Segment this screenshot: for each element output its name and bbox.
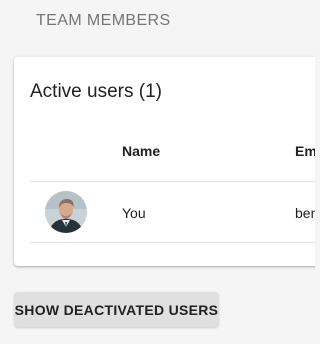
row-divider <box>30 242 315 243</box>
user-avatar-icon <box>45 191 87 233</box>
user-name-cell: You <box>122 205 146 221</box>
column-header-email[interactable]: Em <box>295 143 315 159</box>
header-divider <box>30 181 315 182</box>
avatar <box>45 191 87 233</box>
column-header-name[interactable]: Name <box>122 143 160 159</box>
section-title: TEAM MEMBERS <box>36 12 171 29</box>
user-email-cell: ben <box>295 205 315 221</box>
active-users-card: Active users (1) Name Em You ben <box>14 57 315 266</box>
show-deactivated-users-button[interactable]: SHOW DEACTIVATED USERS <box>14 292 219 327</box>
team-members-page: TEAM MEMBERS Active users (1) Name Em Yo… <box>0 0 315 344</box>
card-title: Active users (1) <box>30 81 162 102</box>
